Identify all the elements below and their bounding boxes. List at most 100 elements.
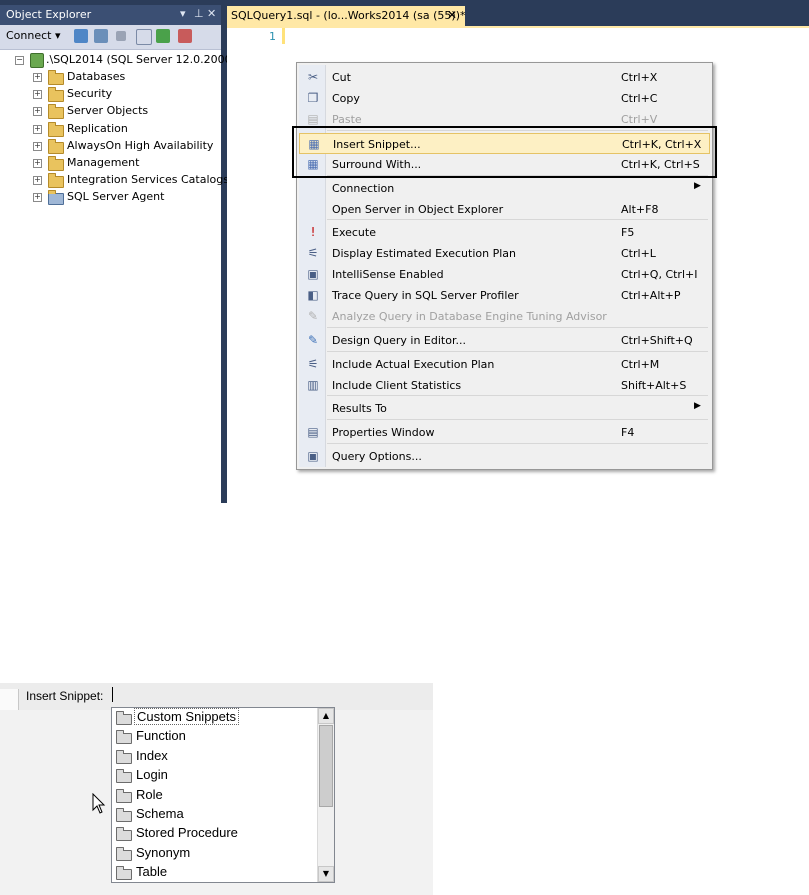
dropdown-icon[interactable]: ▾ (180, 7, 186, 20)
menu-separator (327, 175, 708, 176)
menu-item-cut[interactable]: ✂ Cut Ctrl+X (299, 67, 710, 88)
snippet-list-item-label: Schema (136, 806, 184, 821)
disconnect-icon[interactable] (94, 29, 108, 43)
menu-separator (327, 351, 708, 352)
scroll-up-icon[interactable]: ▲ (318, 708, 334, 724)
folder-icon (48, 173, 64, 189)
expand-icon[interactable]: + (33, 90, 42, 100)
properties-icon: ▤ (307, 425, 319, 439)
menu-item-shortcut: Ctrl+Shift+Q (621, 334, 693, 347)
menu-item-shortcut: Ctrl+M (621, 358, 660, 371)
folder-icon (48, 121, 64, 137)
tree-item[interactable]: + Databases (0, 69, 221, 86)
pin-icon[interactable]: ⊥ (194, 7, 204, 20)
menu-item-display-estimated-execution-plan[interactable]: ⚟ Display Estimated Execution Plan Ctrl+L (299, 243, 710, 264)
snippet-list-item[interactable]: Table (112, 863, 317, 882)
tree-item[interactable]: + Server Objects (0, 103, 221, 120)
text-caret (112, 687, 113, 702)
snippet-list-item[interactable]: Schema (112, 805, 317, 824)
expand-icon[interactable]: + (33, 159, 42, 168)
menu-item-shortcut: Ctrl+Q, Ctrl+I (621, 268, 698, 281)
tree-item[interactable]: + Replication (0, 121, 221, 138)
activity-monitor-icon[interactable] (178, 29, 192, 43)
paste-icon: ▤ (307, 112, 319, 126)
folder-icon (116, 808, 132, 822)
menu-item-properties-window[interactable]: ▤ Properties Window F4 (299, 422, 710, 443)
server-node-label: .\SQL2014 (SQL Server 12.0.2000 - (46, 53, 240, 66)
tab-sqlquery1[interactable]: SQLQuery1.sql - (lo...Works2014 (sa (55)… (227, 6, 466, 26)
expand-icon[interactable]: + (33, 141, 42, 151)
menu-item-open-server-in-object-explorer[interactable]: Open Server in Object Explorer Alt+F8 (299, 199, 710, 220)
menu-item-label: Connection (332, 182, 395, 195)
design-icon: ✎ (307, 333, 319, 347)
folder-icon (48, 104, 64, 120)
menu-item-results-to[interactable]: Results To ▶ (299, 398, 710, 419)
folder-icon (116, 730, 132, 745)
menu-separator (327, 419, 708, 420)
scissors-icon: ✂ (307, 70, 319, 84)
menu-item-label: Display Estimated Execution Plan (332, 247, 516, 260)
tab-close-icon[interactable]: ✕ (447, 8, 457, 22)
vertical-scrollbar[interactable]: ▲ ▼ (317, 708, 334, 882)
tree-item[interactable]: + Integration Services Catalogs (0, 172, 229, 189)
folder-icon (48, 87, 64, 103)
server-node[interactable]: − .\SQL2014 (SQL Server 12.0.2000 - (0, 52, 239, 69)
tree-item[interactable]: + Management (0, 155, 221, 172)
tuning-icon: ✎ (307, 309, 319, 323)
tree-item[interactable]: + AlwaysOn High Availability (0, 138, 221, 155)
snippet-list-item[interactable]: Login (112, 766, 317, 785)
close-icon[interactable]: ✕ (207, 7, 216, 20)
tab-title: SQLQuery1.sql - (lo...Works2014 (sa (55)… (231, 9, 466, 22)
folder-icon (116, 749, 132, 764)
menu-item-execute[interactable]: ! Execute F5 (299, 222, 710, 243)
menu-separator (327, 443, 708, 444)
expand-icon[interactable]: + (33, 193, 42, 203)
menu-item-include-actual-execution-plan[interactable]: ⚟ Include Actual Execution Plan Ctrl+M (299, 354, 710, 375)
tree-item-label: Integration Services Catalogs (67, 173, 229, 187)
snippet-list-item[interactable]: Index (112, 747, 317, 766)
context-menu: ✂ Cut Ctrl+X ❐ Copy Ctrl+C ▤ Paste Ctrl+V ▦ Insert… (292, 62, 717, 470)
menu-item-intellisense-enabled[interactable]: ▣ IntelliSense Enabled Ctrl+Q, Ctrl+I (299, 264, 710, 285)
collapse-icon[interactable]: − (15, 56, 24, 65)
expand-icon[interactable]: + (33, 73, 42, 82)
snippet-list-item[interactable]: Custom Snippets (112, 708, 317, 727)
menu-item-copy[interactable]: ❐ Copy Ctrl+C (299, 88, 710, 109)
menu-item-connection[interactable]: Connection ▶ (299, 178, 710, 199)
menu-item-include-client-statistics[interactable]: ▥ Include Client Statistics Shift+Alt+S (299, 375, 710, 396)
filter-icon[interactable] (136, 29, 152, 45)
options-icon: ▣ (307, 449, 319, 463)
menu-item-design-query-in-editor[interactable]: ✎ Design Query in Editor... Ctrl+Shift+Q (299, 330, 710, 351)
execute-icon: ! (310, 225, 316, 239)
menu-item-label: Copy (332, 92, 360, 105)
snippet-list-item[interactable]: Function (112, 727, 317, 746)
menu-item-query-options[interactable]: ▣ Query Options... (299, 446, 710, 467)
menu-item-label: Include Actual Execution Plan (332, 358, 495, 371)
stop-icon[interactable] (116, 31, 126, 41)
expand-icon[interactable]: + (33, 176, 42, 186)
menu-item-trace-query-in-sql-server-profiler[interactable]: ◧ Trace Query in SQL Server Profiler Ctrl+… (299, 285, 710, 306)
snippet-list-item-label: Table (136, 864, 168, 880)
expand-icon[interactable]: + (33, 124, 42, 134)
menu-item-analyze-query-in-database-engine-tuning-advisor[interactable]: ✎ Analyze Query in Database Engine Tuning… (299, 306, 710, 327)
menu-item-label: Trace Query in SQL Server Profiler (332, 289, 519, 302)
scroll-down-icon[interactable]: ▼ (318, 866, 334, 882)
tree-item[interactable]: + SQL Server Agent (0, 189, 221, 206)
tree-item[interactable]: + Security (0, 86, 221, 103)
folder-icon (48, 156, 64, 171)
expand-icon[interactable]: + (33, 107, 42, 117)
tab-underline (227, 26, 809, 28)
refresh-icon[interactable] (156, 29, 170, 43)
connect-object-icon[interactable] (74, 29, 88, 43)
scroll-thumb[interactable] (319, 725, 333, 807)
margin-tab (0, 689, 19, 710)
snippet-list-item[interactable]: Role (112, 786, 317, 805)
connect-button[interactable]: Connect ▾ (6, 29, 61, 42)
menu-item-label: Execute (332, 226, 376, 239)
snippet-list-item[interactable]: Stored Procedure (112, 824, 317, 843)
snippet-list[interactable]: Custom Snippets Function Index Login Role Sch… (111, 707, 335, 883)
folder-icon (116, 769, 132, 784)
snippet-list-item[interactable]: Synonym (112, 844, 317, 863)
snippet-list-item-label: Index (136, 747, 168, 763)
current-line-marker (282, 28, 285, 44)
tree-item-label: Management (67, 156, 140, 169)
